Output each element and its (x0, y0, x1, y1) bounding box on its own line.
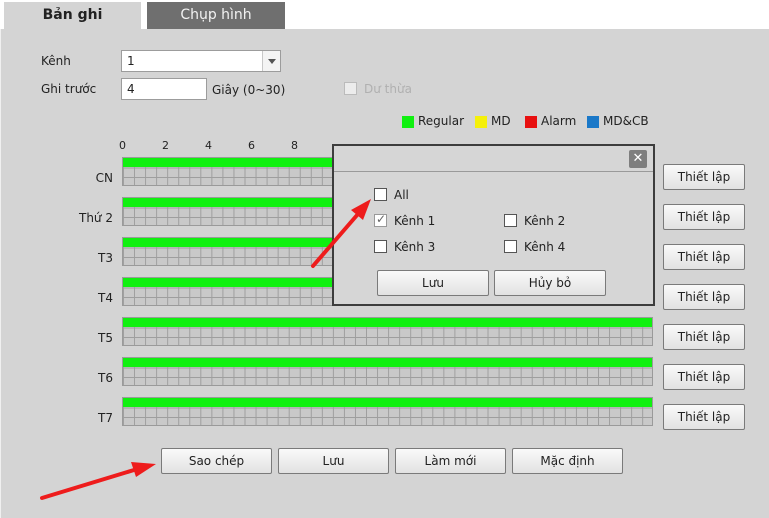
prerecord-label: Ghi trước (41, 82, 97, 96)
all-label: All (394, 188, 409, 202)
channel-select[interactable]: 1 (121, 50, 281, 72)
dialog-cancel-button[interactable]: Hủy bỏ (494, 270, 606, 296)
channel-3-checkbox[interactable] (374, 240, 387, 253)
channel-1-checkbox[interactable] (374, 212, 387, 227)
channel-3-label: Kênh 3 (394, 240, 436, 254)
day-label-wednesday: T4 (98, 291, 113, 305)
hour-tick: 2 (162, 139, 169, 152)
dialog-title-bar (334, 146, 653, 172)
save-button[interactable]: Lưu (278, 448, 389, 474)
legend-alarm-label: Alarm (541, 114, 577, 128)
refresh-button[interactable]: Làm mới (395, 448, 506, 474)
day-label-friday: T6 (98, 371, 113, 385)
all-checkbox[interactable] (374, 188, 387, 201)
tab-record[interactable]: Bản ghi (4, 2, 141, 29)
hour-tick: 8 (291, 139, 298, 152)
hour-tick: 4 (205, 139, 212, 152)
channel-4-checkbox[interactable] (504, 240, 517, 253)
record-settings-page: Bản ghi Chụp hình Kênh 1 Ghi trước 4 Giâ… (0, 0, 769, 518)
channel-2-label: Kênh 2 (524, 214, 566, 228)
regular-record-bar (123, 318, 652, 327)
dialog-save-button[interactable]: Lưu (377, 270, 489, 296)
day-label-sunday: CN (95, 171, 113, 185)
legend-mdcb-label: MD&CB (603, 114, 649, 128)
prerecord-range: (0~30) (242, 83, 286, 97)
close-icon[interactable]: ✕ (629, 150, 647, 168)
hour-tick: 6 (248, 139, 255, 152)
day-label-tuesday: T3 (98, 251, 113, 265)
schedule-row-friday[interactable] (122, 357, 653, 386)
schedule-row-saturday[interactable] (122, 397, 653, 426)
setup-button-saturday[interactable]: Thiết lập (663, 404, 745, 430)
regular-record-bar (123, 358, 652, 367)
setup-button-sunday[interactable]: Thiết lập (663, 164, 745, 190)
setup-button-thursday[interactable]: Thiết lập (663, 324, 745, 350)
copy-button[interactable]: Sao chép (161, 448, 272, 474)
setup-button-wednesday[interactable]: Thiết lập (663, 284, 745, 310)
channel-1-label: Kênh 1 (394, 214, 436, 228)
setup-button-tuesday[interactable]: Thiết lập (663, 244, 745, 270)
legend-mdcb-swatch (587, 116, 599, 128)
setup-button-monday[interactable]: Thiết lập (663, 204, 745, 230)
legend-regular-swatch (402, 116, 414, 128)
default-button[interactable]: Mặc định (512, 448, 623, 474)
day-label-thursday: T5 (98, 331, 113, 345)
legend-md-swatch (475, 116, 487, 128)
chevron-down-icon[interactable] (262, 51, 280, 71)
hour-tick: 0 (119, 139, 126, 152)
legend-md-label: MD (491, 114, 511, 128)
regular-record-bar (123, 398, 652, 407)
channel-label: Kênh (41, 54, 71, 68)
setup-button-friday[interactable]: Thiết lập (663, 364, 745, 390)
redundant-checkbox[interactable] (344, 82, 357, 95)
legend-regular-label: Regular (418, 114, 465, 128)
channel-2-checkbox[interactable] (504, 214, 517, 227)
tab-snapshot[interactable]: Chụp hình (147, 2, 285, 29)
day-label-saturday: T7 (98, 411, 113, 425)
prerecord-input[interactable]: 4 (121, 78, 207, 100)
copy-channel-dialog: ✕ All Kênh 1 Kênh 2 Kênh 3 Kênh 4 Lưu Hủ… (332, 144, 655, 306)
channel-4-label: Kênh 4 (524, 240, 566, 254)
schedule-row-thursday[interactable] (122, 317, 653, 346)
channel-select-value: 1 (127, 54, 135, 68)
prerecord-unit: Giây (0~30) (212, 83, 286, 97)
day-label-monday: Thứ 2 (79, 211, 113, 225)
redundant-label: Dư thừa (364, 82, 412, 96)
tab-bar: Bản ghi Chụp hình (0, 0, 769, 29)
legend-alarm-swatch (525, 116, 537, 128)
